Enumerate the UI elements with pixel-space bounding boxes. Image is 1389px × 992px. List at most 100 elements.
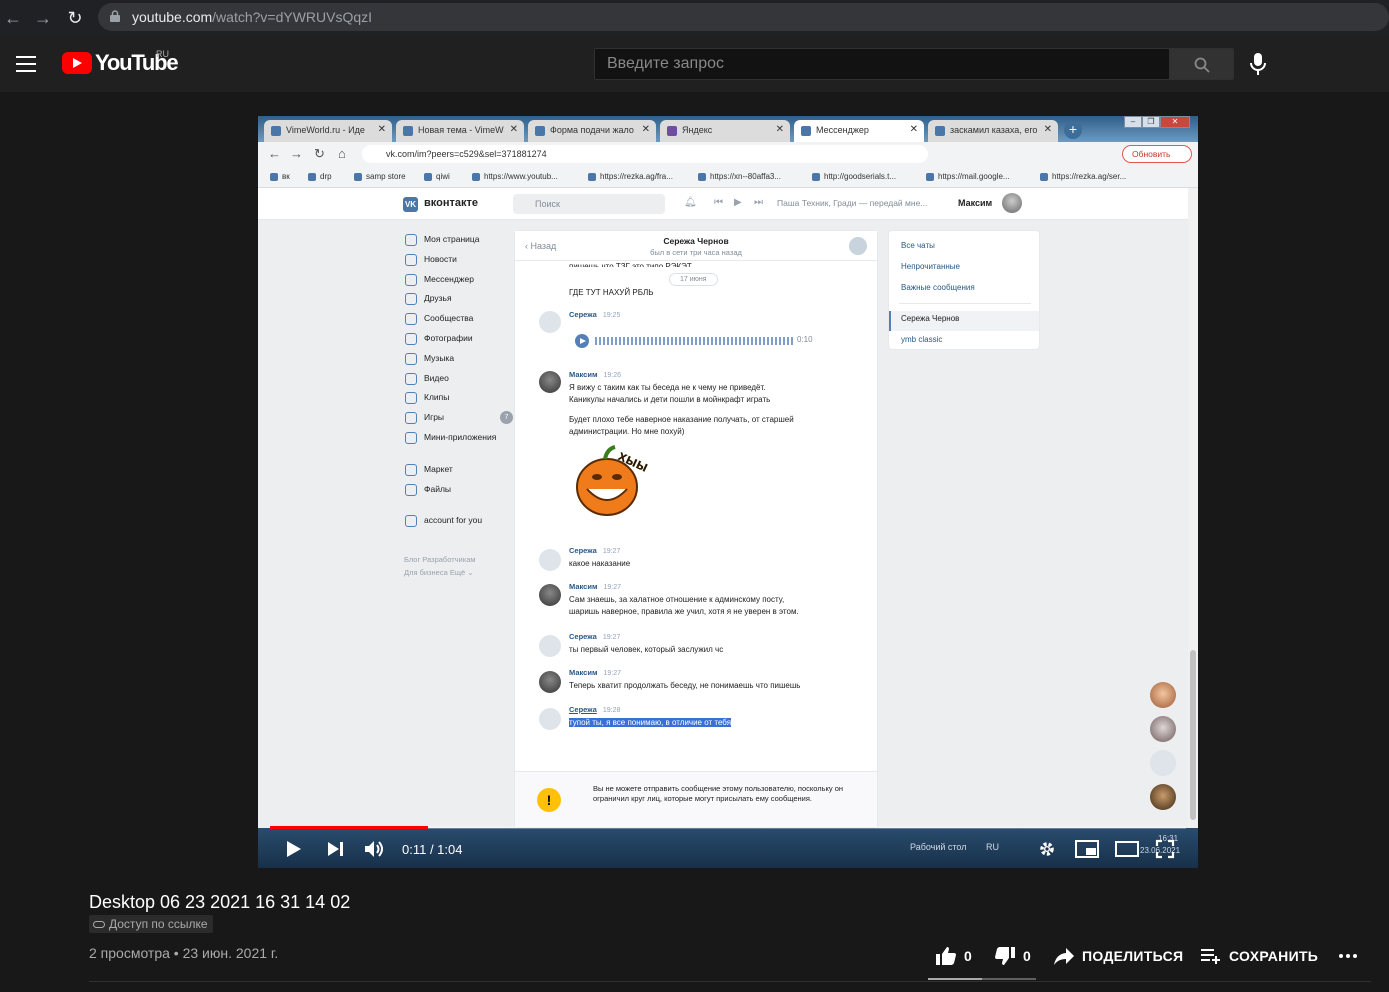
dislike-button[interactable]: 0 [993, 943, 1031, 969]
filter-item: Непрочитанные [901, 262, 960, 271]
avatar [1150, 716, 1176, 742]
progress-bar[interactable] [270, 826, 1186, 829]
search-button[interactable] [1169, 48, 1234, 80]
video-player[interactable]: VimeWorld.ru - Иде ✕ Новая тема - VimeW ✕ … [258, 116, 1198, 868]
fullscreen-icon[interactable] [1154, 838, 1176, 860]
visibility-badge: Доступ по ссылке [89, 915, 213, 933]
avatar [849, 237, 867, 255]
vk-user-name: Максим [958, 198, 993, 208]
next-icon[interactable] [324, 838, 346, 860]
vk-footer-links: Блог Разработчикам Для бизнеса Ещё ⌄ [404, 555, 476, 577]
back-arrow-icon: ← [268, 146, 281, 161]
filter-item: Все чаты [901, 241, 935, 250]
voice-message: 0:10 [575, 334, 825, 348]
miniplayer-icon[interactable] [1074, 838, 1100, 860]
recorded-toolbar: ← → ↻ ⌂ vk.com/im?peers=c529&sel=3718812… [258, 142, 1198, 166]
bookmark: https://xn--80affa3... [698, 172, 781, 181]
voice-duration: 0:10 [797, 335, 813, 344]
vk-left-nav: Моя страница Новости Мессенджер Друзья С… [404, 232, 513, 533]
taskbar-language: RU [986, 842, 999, 852]
new-tab-icon: + [1064, 121, 1082, 139]
like-count: 0 [964, 948, 973, 964]
back-arrow-icon[interactable]: ← [2, 7, 24, 29]
more-horizontal-icon [1339, 954, 1357, 958]
vk-logo-icon: VK [403, 197, 418, 212]
play-icon[interactable] [282, 838, 304, 860]
vk-nav-item: Маркет [404, 462, 509, 482]
progress-played [270, 826, 428, 829]
notice-text: Вы не можете отправить сообщение этому п… [593, 784, 844, 803]
avatar [1150, 750, 1176, 776]
vk-nav-item: Игры 7 [404, 410, 513, 430]
vk-nav-item: Мессенджер [404, 272, 509, 292]
bookmark: вк [270, 172, 290, 181]
settings-gear-icon[interactable] [1036, 838, 1058, 860]
play-track-icon: ▶ [734, 197, 742, 208]
close-window-icon: ✕ [1160, 116, 1190, 128]
minimize-icon: – [1124, 116, 1142, 128]
recorded-url: vk.com/im?peers=c529&sel=371881274 [362, 145, 928, 163]
save-button[interactable]: СОХРАНИТЬ [1199, 943, 1318, 969]
theater-mode-icon[interactable] [1114, 838, 1140, 860]
youtube-logo-icon[interactable] [62, 52, 92, 74]
avatar [539, 311, 561, 333]
divider [89, 981, 1371, 982]
lock-icon [110, 10, 120, 22]
tab-favicon-icon [403, 126, 413, 136]
vk-nav-item: Сообщества [404, 311, 509, 331]
vk-now-playing: Паша Техник, Гради — передай мне... [777, 198, 928, 208]
link-icon [93, 921, 105, 928]
recorded-tab: VimeWorld.ru - Иде ✕ [264, 120, 392, 142]
tab-favicon-icon [271, 126, 281, 136]
recorded-scrollbar [1188, 188, 1198, 828]
like-button[interactable]: 0 [934, 943, 972, 969]
share-button[interactable]: ПОДЕЛИТЬСЯ [1052, 943, 1183, 969]
message: Максим 19:27 Сам знаешь, за халатное отно… [569, 582, 799, 616]
avatar [539, 371, 561, 393]
avatar [539, 708, 561, 730]
games-badge: 7 [500, 411, 513, 425]
message: Максим 19:27 Теперь хватит продолжать бес… [569, 668, 801, 690]
vk-nav-item: account for you [404, 513, 509, 533]
microphone-icon[interactable] [1246, 51, 1270, 77]
filter-item: Сережа Чернов [901, 314, 960, 323]
search-input[interactable] [595, 49, 1169, 79]
message: Сережа 19:27 ты первый человек, который з… [569, 632, 724, 654]
save-label: СОХРАНИТЬ [1229, 948, 1319, 964]
bookmark: https://mail.google... [926, 172, 1010, 181]
bookmark: qiwi [424, 172, 450, 181]
volume-icon[interactable] [362, 838, 386, 860]
recorded-tab: Яндекс ✕ [660, 120, 790, 142]
recorded-tab-bar: VimeWorld.ru - Иде ✕ Новая тема - VimeW ✕ … [258, 116, 1198, 142]
bell-icon: 🔔︎ [684, 197, 697, 208]
reload-icon[interactable]: ↻ [64, 7, 86, 29]
chat-subtitle: был в сети три часа назад [650, 248, 742, 257]
more-actions-button[interactable] [1336, 943, 1360, 969]
restore-icon: ❐ [1142, 116, 1160, 128]
avatar [539, 584, 561, 606]
vk-page: VK вконтакте Поиск 🔔︎ ⏮ ▶ ⏭ Паша Техник,… [258, 188, 1188, 828]
previous-track-icon: ⏮ [714, 197, 723, 208]
address-bar[interactable]: youtube.com/watch?v=dYWRUVsQqzI [98, 3, 1389, 31]
menu-icon[interactable] [16, 56, 36, 72]
recorded-tab: Новая тема - VimeW ✕ [396, 120, 524, 142]
bookmark: drp [308, 172, 332, 181]
waveform [595, 337, 793, 345]
vk-nav-item: Фотографии [404, 331, 509, 351]
vk-nav-item: Файлы [404, 482, 509, 502]
recorded-tab: заскамил казаха, его ✕ [928, 120, 1058, 142]
vk-nav-item: Мини-приложения [404, 430, 509, 450]
vk-header: VK вконтакте Поиск 🔔︎ ⏮ ▶ ⏭ Паша Техник,… [258, 188, 1188, 220]
share-icon [1054, 948, 1074, 965]
avatar [539, 671, 561, 693]
next-track-icon: ⏭ [754, 197, 763, 208]
time-display: 0:11 / 1:04 [402, 842, 463, 857]
search-icon [1194, 57, 1210, 73]
tab-favicon-icon [667, 126, 677, 136]
message: Сережа 19:28 тупой ты, я все понимаю, в о… [569, 705, 732, 727]
avatar [1150, 784, 1176, 810]
forward-arrow-icon[interactable]: → [32, 7, 54, 29]
vk-search: Поиск [513, 194, 665, 214]
share-label: ПОДЕЛИТЬСЯ [1082, 948, 1184, 964]
video-title: Desktop 06 23 2021 16 31 14 02 [89, 892, 351, 912]
